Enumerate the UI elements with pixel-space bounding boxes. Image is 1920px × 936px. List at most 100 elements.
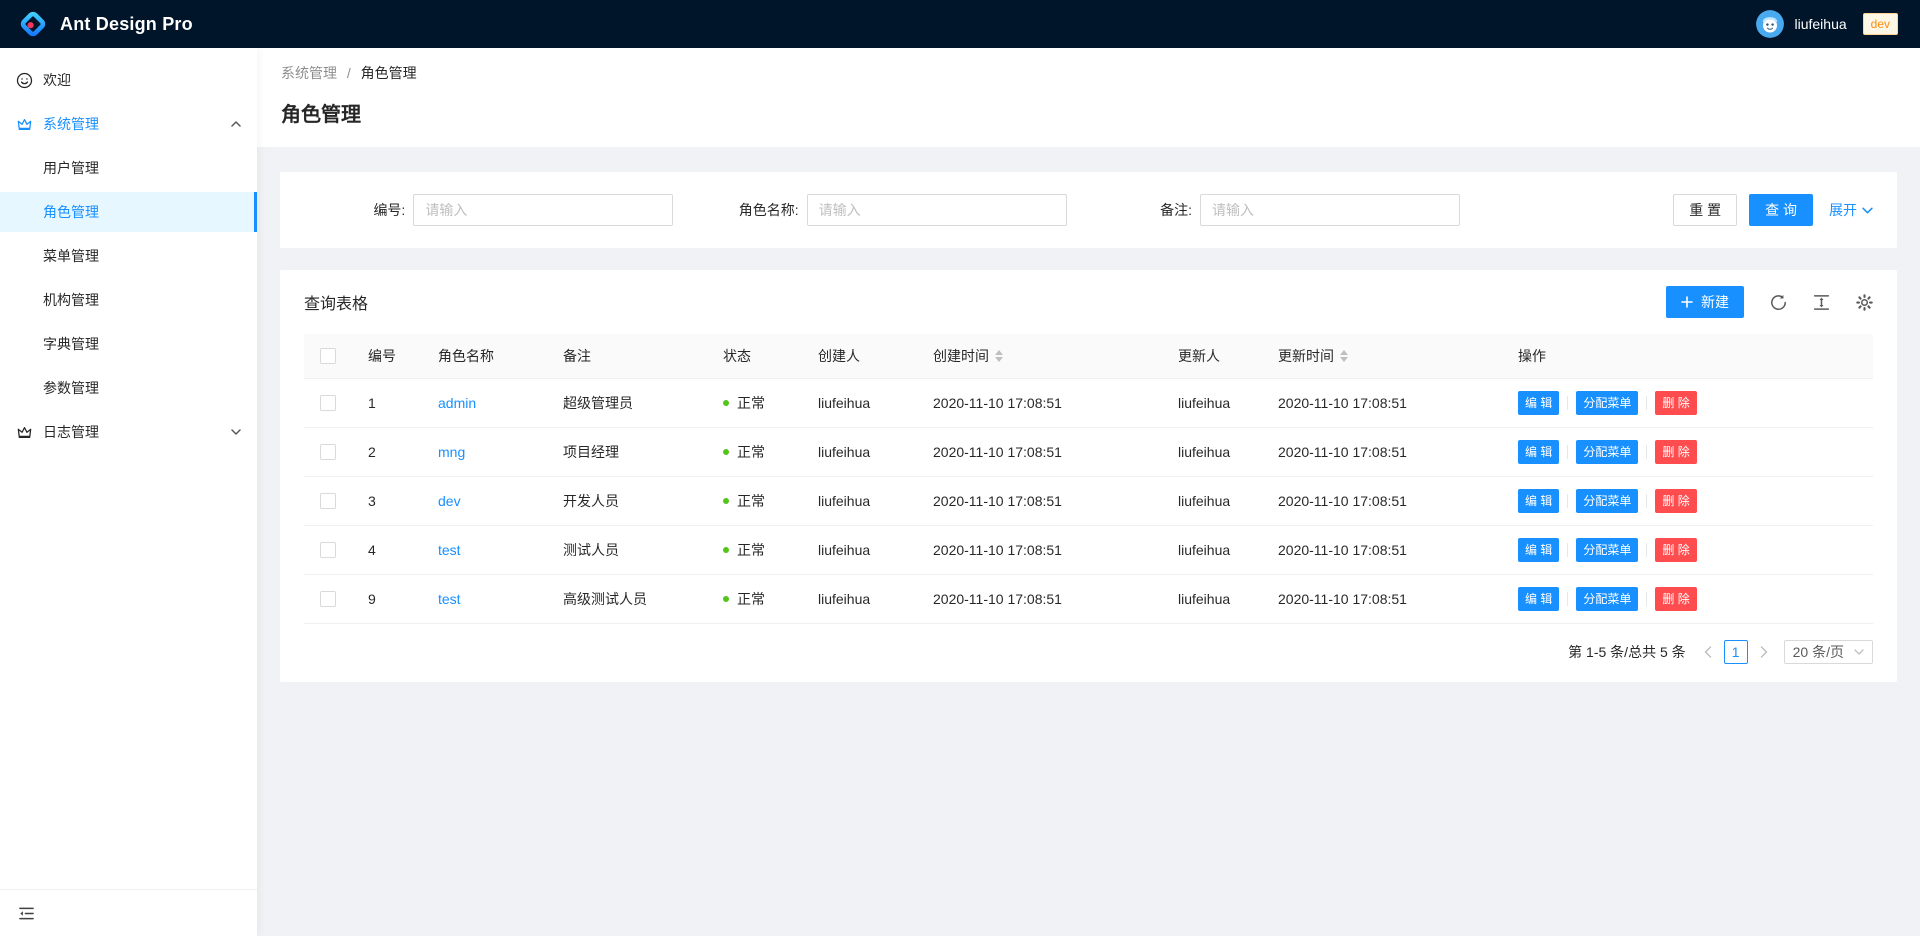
column-header-creator[interactable]: 创建人 <box>802 334 917 378</box>
reset-button[interactable]: 重 置 <box>1673 194 1737 226</box>
status-dot <box>723 400 729 406</box>
new-button[interactable]: 新建 <box>1666 286 1744 318</box>
username[interactable]: liufeihua <box>1794 16 1846 32</box>
table-wrapper: 编号 角色名称 备注 状态 创建人 创建时间 <box>280 334 1897 624</box>
user-avatar[interactable] <box>1756 10 1784 38</box>
expand-toggle[interactable]: 展开 <box>1829 200 1873 220</box>
search-field-remark-input[interactable] <box>1200 194 1460 226</box>
breadcrumb-parent[interactable]: 系统管理 <box>281 65 337 81</box>
search-field-role-name: 角色名称: <box>697 194 1090 226</box>
column-header-created-at[interactable]: 创建时间 <box>917 334 1162 378</box>
logo[interactable]: Ant Design Pro <box>18 9 193 39</box>
edit-button[interactable]: 编 辑 <box>1518 538 1559 562</box>
action-divider <box>1567 543 1568 557</box>
sidebar-item-label: 欢迎 <box>43 70 71 90</box>
sidebar-item-role-management[interactable]: 角色管理 <box>0 192 257 232</box>
assign-menu-button[interactable]: 分配菜单 <box>1576 538 1638 562</box>
pagination: 第 1-5 条/总共 5 条 1 20 条/页 <box>280 624 1897 674</box>
assign-menu-button[interactable]: 分配菜单 <box>1576 587 1638 611</box>
top-header: Ant Design Pro liufeihua dev <box>0 0 1920 48</box>
column-header-remark[interactable]: 备注 <box>547 334 707 378</box>
sidebar-item-log-management[interactable]: 日志管理 <box>0 412 257 452</box>
sidebar-item-dict-management[interactable]: 字典管理 <box>0 324 257 364</box>
row-checkbox[interactable] <box>320 444 336 460</box>
row-checkbox[interactable] <box>320 542 336 558</box>
pagination-next-button[interactable] <box>1752 640 1776 664</box>
main-content: 系统管理 / 角色管理 角色管理 编号: 角色名称: <box>257 48 1920 936</box>
column-header-updater[interactable]: 更新人 <box>1162 334 1262 378</box>
avatar-icon <box>1756 10 1784 38</box>
role-name-link[interactable]: admin <box>438 395 476 411</box>
cell-remark: 测试人员 <box>547 525 707 574</box>
row-checkbox[interactable] <box>320 493 336 509</box>
sort-carets-icon[interactable] <box>1340 350 1348 362</box>
table-row: 9 test 高级测试人员 正常 liufeihua 2020-11-10 17… <box>304 574 1873 623</box>
delete-button[interactable]: 删 除 <box>1655 587 1696 611</box>
settings-gear-icon[interactable] <box>1856 294 1873 311</box>
cell-created-at: 2020-11-10 17:08:51 <box>917 378 1162 427</box>
cell-remark: 超级管理员 <box>547 378 707 427</box>
edit-button[interactable]: 编 辑 <box>1518 587 1559 611</box>
pagination-page-1[interactable]: 1 <box>1724 640 1748 664</box>
role-name-link[interactable]: test <box>438 542 461 558</box>
delete-button[interactable]: 删 除 <box>1655 489 1696 513</box>
assign-menu-button[interactable]: 分配菜单 <box>1576 440 1638 464</box>
edit-button[interactable]: 编 辑 <box>1518 489 1559 513</box>
breadcrumb-current: 角色管理 <box>361 65 417 81</box>
role-name-link[interactable]: dev <box>438 493 461 509</box>
query-button[interactable]: 查 询 <box>1749 194 1813 226</box>
query-table-card: 查询表格 新建 <box>280 270 1897 682</box>
sort-carets-icon[interactable] <box>995 350 1003 362</box>
column-header-status[interactable]: 状态 <box>707 334 802 378</box>
search-field-id-label: 编号: <box>373 200 405 220</box>
delete-button[interactable]: 删 除 <box>1655 538 1696 562</box>
edit-button[interactable]: 编 辑 <box>1518 391 1559 415</box>
menu-fold-icon[interactable] <box>18 905 35 922</box>
smile-icon <box>16 72 33 89</box>
row-checkbox[interactable] <box>320 591 336 607</box>
column-header-id[interactable]: 编号 <box>352 334 422 378</box>
reload-icon[interactable] <box>1770 294 1787 311</box>
sidebar-item-menu-management[interactable]: 菜单管理 <box>0 236 257 276</box>
search-form: 编号: 角色名称: 备注: 重 置 <box>304 194 1873 226</box>
edit-button[interactable]: 编 辑 <box>1518 440 1559 464</box>
chevron-down-icon <box>1854 649 1864 655</box>
delete-button[interactable]: 删 除 <box>1655 440 1696 464</box>
sidebar-item-org-management[interactable]: 机构管理 <box>0 280 257 320</box>
search-field-remark-label: 备注: <box>1160 200 1192 220</box>
cell-id: 9 <box>352 574 422 623</box>
role-name-link[interactable]: mng <box>438 444 465 460</box>
sidebar-item-user-management[interactable]: 用户管理 <box>0 148 257 188</box>
action-divider <box>1646 592 1647 606</box>
pagination-prev-button[interactable] <box>1696 640 1720 664</box>
status-dot <box>723 596 729 602</box>
cell-id: 3 <box>352 476 422 525</box>
search-field-id-input[interactable] <box>413 194 673 226</box>
table-row: 2 mng 项目经理 正常 liufeihua 2020-11-10 17:08… <box>304 427 1873 476</box>
sidebar-item-system-management[interactable]: 系统管理 <box>0 104 257 144</box>
density-icon[interactable] <box>1813 294 1830 311</box>
table-row: 3 dev 开发人员 正常 liufeihua 2020-11-10 17:08… <box>304 476 1873 525</box>
column-header-updated-at[interactable]: 更新时间 <box>1262 334 1502 378</box>
sidebar-footer <box>0 889 257 936</box>
assign-menu-button[interactable]: 分配菜单 <box>1576 391 1638 415</box>
delete-button[interactable]: 删 除 <box>1655 391 1696 415</box>
search-field-role-name-input[interactable] <box>807 194 1067 226</box>
sidebar-item-param-management[interactable]: 参数管理 <box>0 368 257 408</box>
sidebar-item-label: 角色管理 <box>43 202 99 222</box>
status-text: 正常 <box>737 442 765 462</box>
select-all-checkbox[interactable] <box>320 348 336 364</box>
role-name-link[interactable]: test <box>438 591 461 607</box>
cell-updated-at: 2020-11-10 17:08:51 <box>1262 574 1502 623</box>
table-title: 查询表格 <box>304 290 368 314</box>
page-size-select[interactable]: 20 条/页 <box>1784 640 1873 664</box>
cell-remark: 开发人员 <box>547 476 707 525</box>
app-title: Ant Design Pro <box>60 14 193 35</box>
column-header-role-name[interactable]: 角色名称 <box>422 334 547 378</box>
sidebar-item-welcome[interactable]: 欢迎 <box>0 60 257 100</box>
row-checkbox[interactable] <box>320 395 336 411</box>
assign-menu-button[interactable]: 分配菜单 <box>1576 489 1638 513</box>
search-field-id: 编号: <box>304 194 697 226</box>
action-divider <box>1567 445 1568 459</box>
expand-label: 展开 <box>1829 200 1857 220</box>
